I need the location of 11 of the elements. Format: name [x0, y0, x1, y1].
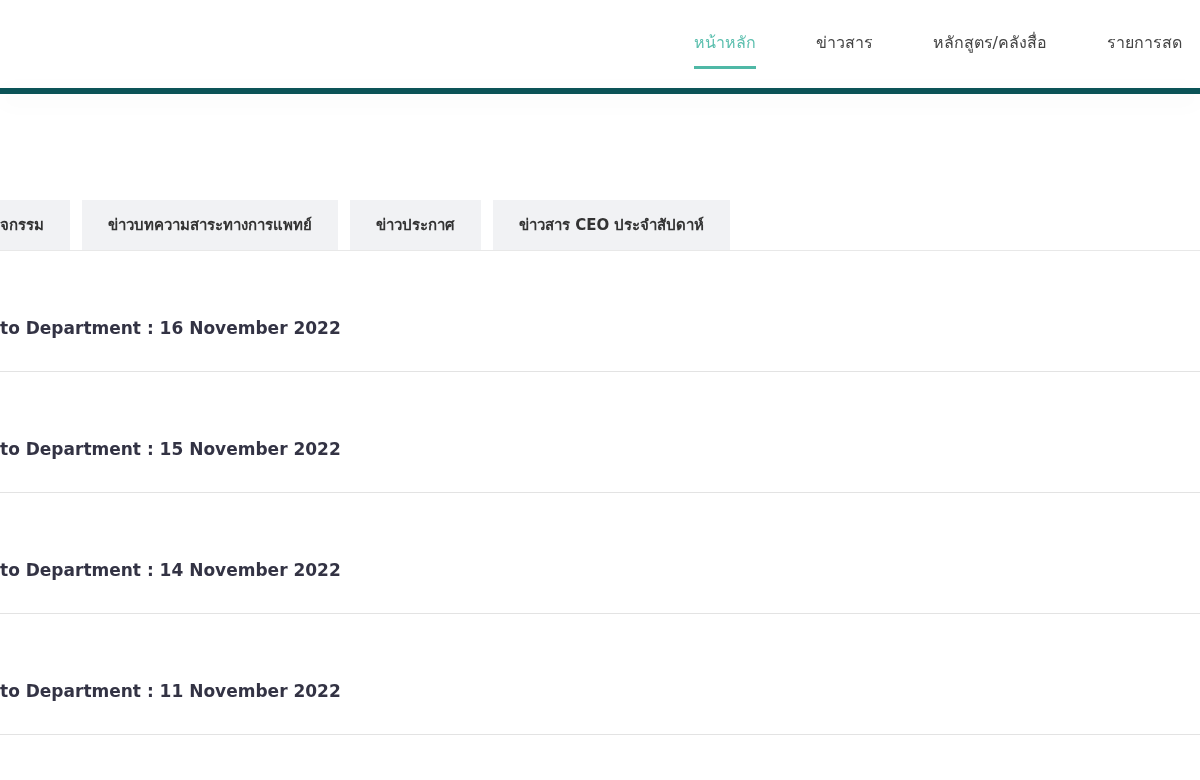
nav-link[interactable]: หลักสูตร/คลังสื่อ — [932, 0, 1047, 69]
category-tab[interactable]: ข่าวสาร CEO ประจำสัปดาห์ — [493, 200, 731, 250]
nav-link[interactable]: รายการสด — [1107, 0, 1182, 69]
news-title-link[interactable]: to Department : 16 November 2022 — [0, 318, 341, 338]
category-tab[interactable]: ข่าวประกาศ — [350, 200, 481, 250]
category-tab[interactable]: จกรรม — [0, 200, 70, 250]
news-title-link[interactable]: to Department : 14 November 2022 — [0, 560, 341, 580]
news-title-link[interactable]: to Department : 11 November 2022 — [0, 681, 341, 701]
news-title-link[interactable]: to Department : 15 November 2022 — [0, 439, 341, 459]
nav-link[interactable]: ข่าวสาร — [815, 0, 873, 69]
category-tab[interactable]: ข่าวบทความสาระทางการแพทย์ — [82, 200, 338, 250]
